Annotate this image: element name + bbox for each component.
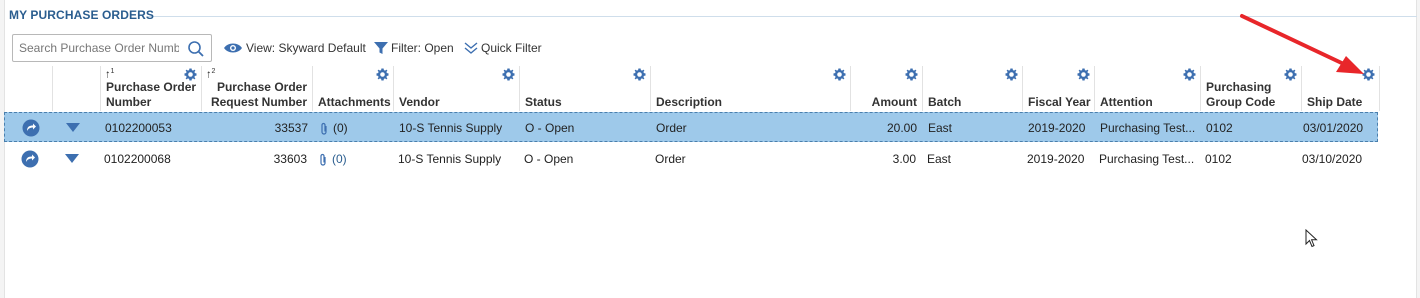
gear-icon[interactable] xyxy=(1183,68,1196,81)
quick-filter-label: Quick Filter xyxy=(481,41,542,55)
page-title: MY PURCHASE ORDERS xyxy=(9,8,154,22)
filter-funnel-icon xyxy=(374,42,388,54)
cell-purchasing-group: 0102 xyxy=(1205,152,1232,166)
paperclip-icon xyxy=(321,122,327,135)
paperclip-icon xyxy=(320,153,326,166)
cell-por-number: 33537 xyxy=(274,121,308,135)
cell-ship-date: 03/01/2020 xyxy=(1303,121,1364,135)
search-input[interactable] xyxy=(19,40,179,56)
view-label: View: Skyward Default xyxy=(246,41,366,55)
sort-asc-icon: ↑1 xyxy=(105,68,115,81)
cell-status: O - Open xyxy=(525,121,575,135)
cell-por-number: 33603 xyxy=(273,152,307,166)
cell-attention: Purchasing Test... xyxy=(1100,121,1196,135)
gear-icon[interactable] xyxy=(833,68,846,81)
filter-button[interactable]: Filter: Open xyxy=(374,39,454,57)
header-por-number[interactable]: ↑2 Purchase Order Request Number xyxy=(202,66,313,111)
mouse-cursor-icon xyxy=(1305,229,1318,248)
table-row[interactable]: 0102200053 33537 (0) 10-S Tennis Supply … xyxy=(4,112,1378,142)
right-scrollbar[interactable] xyxy=(1416,0,1420,298)
cell-vendor: 10-S Tennis Supply xyxy=(399,121,503,135)
gear-icon[interactable] xyxy=(502,68,515,81)
gear-icon[interactable] xyxy=(905,68,918,81)
cell-fiscal-year: 2019-2020 xyxy=(1028,121,1086,135)
go-arrow-icon[interactable] xyxy=(22,119,40,137)
cell-purchasing-group: 0102 xyxy=(1206,121,1233,135)
table-row[interactable]: 0102200068 33603 (0) 10-S Tennis Supply … xyxy=(4,144,1378,174)
cell-status: O - Open xyxy=(524,152,574,166)
search-box[interactable] xyxy=(12,34,212,62)
cell-ship-date: 03/10/2020 xyxy=(1302,152,1363,166)
quick-filter-button[interactable]: Quick Filter xyxy=(464,39,542,57)
cell-vendor: 10-S Tennis Supply xyxy=(398,152,502,166)
cell-attention: Purchasing Test... xyxy=(1099,152,1195,166)
gear-icon[interactable] xyxy=(376,68,389,81)
header-amount[interactable]: Amount xyxy=(851,66,923,111)
filter-label: Filter: Open xyxy=(391,41,454,55)
header-action-col xyxy=(4,66,53,111)
header-description[interactable]: Description xyxy=(651,66,851,111)
header-expand-col xyxy=(53,66,101,111)
sort-asc-icon: ↑2 xyxy=(206,68,216,81)
cell-fiscal-year: 2019-2020 xyxy=(1027,152,1085,166)
header-batch[interactable]: Batch xyxy=(923,66,1023,111)
gear-icon[interactable] xyxy=(633,68,646,81)
cell-batch: East xyxy=(927,152,952,166)
cell-batch: East xyxy=(928,121,953,135)
cell-description: Order xyxy=(655,152,686,166)
eye-icon xyxy=(224,43,242,53)
header-po-number[interactable]: ↑1 Purchase Order Number xyxy=(101,66,202,111)
header-attachments[interactable]: Attachments xyxy=(313,66,394,111)
header-status[interactable]: Status xyxy=(520,66,651,111)
double-chevron-down-icon xyxy=(464,42,478,54)
expand-triangle-icon[interactable] xyxy=(65,154,79,164)
view-button[interactable]: View: Skyward Default xyxy=(223,39,366,57)
cell-po-number: 0102200068 xyxy=(104,152,171,166)
header-vendor[interactable]: Vendor xyxy=(394,66,520,111)
cell-po-number: 0102200053 xyxy=(105,121,172,135)
go-arrow-icon[interactable] xyxy=(21,150,39,168)
annotation-arrow-icon xyxy=(1240,14,1364,74)
gear-icon[interactable] xyxy=(1005,68,1018,81)
search-icon[interactable] xyxy=(187,40,205,58)
cell-attachments[interactable]: (0) xyxy=(320,113,390,143)
cell-amount: 3.00 xyxy=(892,152,916,166)
header-fiscal-year[interactable]: Fiscal Year xyxy=(1023,66,1095,111)
cell-amount: 20.00 xyxy=(886,121,917,135)
cell-description: Order xyxy=(656,121,687,135)
gear-icon[interactable] xyxy=(1077,68,1090,81)
title-divider xyxy=(8,16,1417,17)
cell-attachments[interactable]: (0) xyxy=(319,144,389,174)
header-attention[interactable]: Attention xyxy=(1095,66,1201,111)
grid-header: ↑1 Purchase Order Number ↑2 Purchase Orde… xyxy=(4,66,1380,111)
expand-triangle-icon[interactable] xyxy=(66,123,80,133)
